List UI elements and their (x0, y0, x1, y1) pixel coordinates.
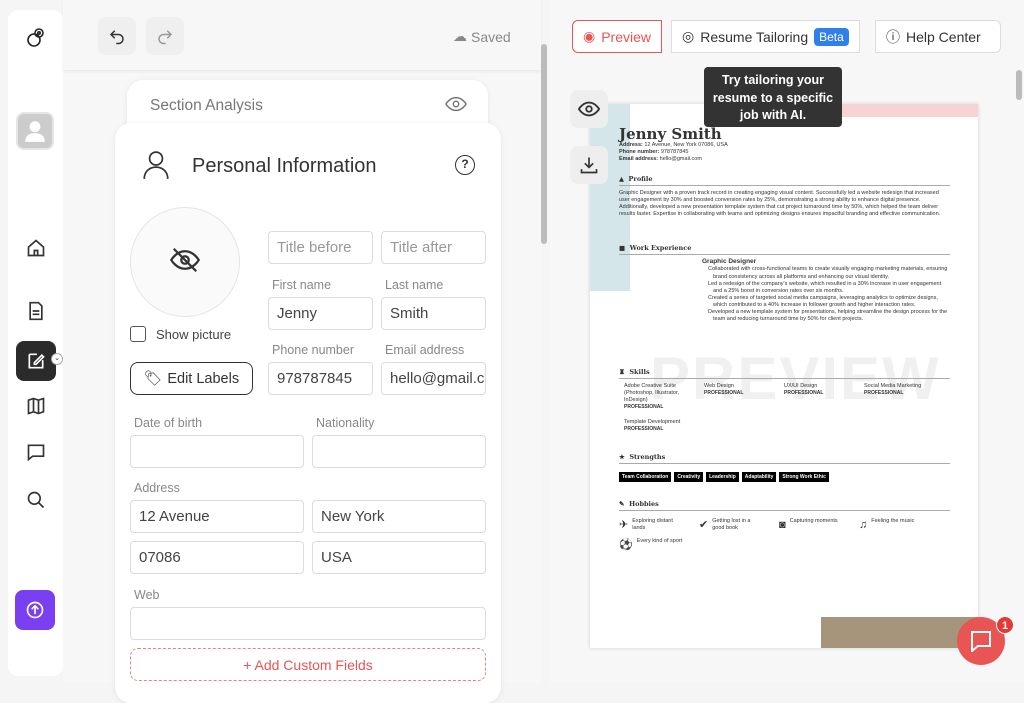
target-icon: ◎ (682, 28, 695, 44)
map-icon[interactable] (20, 390, 52, 422)
edit-labels-button[interactable]: 🏷 Edit Labels (130, 362, 253, 395)
nationality-input[interactable] (312, 435, 486, 468)
hobby-label: Capturing moments (789, 518, 838, 524)
hobbies-heading: ✎ Hobbies (619, 500, 950, 511)
logo-icon[interactable] (20, 22, 52, 54)
search-icon[interactable] (20, 484, 52, 516)
avatar[interactable] (16, 112, 54, 150)
hobby-item: ◙ Capturing moments (779, 518, 859, 532)
preview-eye-button[interactable] (570, 90, 608, 128)
strengths-heading: ★ Strengths (619, 453, 950, 464)
work-bullet: Created a series of targeted social medi… (708, 295, 938, 309)
resume-name: Jenny Smith (619, 125, 722, 143)
skill-level: PROFESSIONAL (864, 390, 904, 397)
chat-icon[interactable] (20, 436, 52, 468)
document-icon[interactable] (20, 295, 52, 327)
city-input[interactable]: New York (312, 500, 486, 533)
work-bullet: Developed a new template system for pres… (708, 309, 948, 323)
download-button[interactable] (570, 146, 608, 184)
help-icon: ⓘ (886, 28, 900, 45)
tab-resume-tailoring[interactable]: ◎ Resume Tailoring Beta (671, 20, 860, 53)
country-input[interactable]: USA (312, 541, 486, 574)
person-icon (143, 150, 169, 185)
first-name-input[interactable]: Jenny (268, 297, 373, 330)
beta-badge: Beta (814, 27, 849, 46)
chevron-down-icon[interactable]: ⌄ (51, 353, 63, 365)
profile-heading: ▲ Profile (619, 175, 950, 186)
hobby-icon: ◙ (779, 519, 786, 531)
hobby-item: ♫ Feeling the music (859, 518, 939, 532)
last-name-input[interactable]: Smith (381, 297, 486, 330)
tailoring-tooltip: Try tailoring your resume to a specific … (704, 67, 842, 127)
saved-status: ☁ Saved (453, 28, 511, 45)
web-input[interactable] (130, 607, 486, 640)
preview-scrollbar[interactable] (1016, 70, 1022, 100)
skill-level: PROFESSIONAL (704, 390, 744, 397)
phone-input[interactable]: 978787845 (268, 362, 373, 395)
skill-name: Adobe Creative Suite (Photoshop, Illustr… (624, 383, 680, 404)
zip-input[interactable]: 07086 (130, 541, 304, 574)
skill-item: Web Design PROFESSIONAL (704, 383, 784, 411)
add-custom-fields-button[interactable]: + Add Custom Fields (130, 648, 486, 681)
skill-name: UX/UI Design (784, 383, 818, 389)
home-icon[interactable] (20, 232, 52, 264)
skill-level: PROFESSIONAL (624, 426, 664, 433)
strength-chip: Strong Work Ethic (779, 472, 829, 482)
personal-information-card: Personal Information ? Show picture 🏷 Edi… (115, 123, 501, 703)
hobby-label: Exploring distant lands (632, 518, 673, 532)
profile-picture[interactable] (130, 207, 240, 317)
skill-item: Adobe Creative Suite (Photoshop, Illustr… (624, 383, 704, 411)
redo-button[interactable] (146, 17, 184, 55)
street-input[interactable]: 12 Avenue (130, 500, 304, 533)
eye-icon: ◉ (583, 28, 596, 44)
hobby-label: Feeling the music (871, 518, 915, 524)
work-bullet: Led a redesign of the company's website,… (708, 280, 942, 294)
cloud-check-icon: ☁ (453, 28, 467, 44)
strength-chip: Creativity (674, 472, 704, 482)
strength-chip: Leadership (706, 472, 739, 482)
skills-heading: ♜ Skills (619, 368, 950, 379)
help-icon[interactable]: ? (455, 155, 475, 175)
sidebar: ⌄ (8, 10, 63, 676)
tab-help-center[interactable]: ⓘ Help Center (875, 20, 1001, 53)
strength-chip: Team Collaboration (619, 472, 672, 482)
show-picture-checkbox[interactable] (130, 326, 146, 342)
skill-level: PROFESSIONAL (784, 390, 824, 397)
hobby-item: ✈ Exploring distant lands (619, 518, 699, 532)
eye-off-icon (169, 247, 201, 278)
title-before-input[interactable]: Title before (268, 231, 373, 264)
skill-level: PROFESSIONAL (624, 404, 664, 411)
skill-name: Social Media Marketing (864, 383, 922, 389)
strength-chip: Adaptability (741, 472, 777, 482)
scrollbar[interactable] (541, 44, 547, 244)
undo-button[interactable] (98, 17, 136, 55)
work-heading: ■ Work Experience (619, 244, 950, 255)
skill-name: Template Development (624, 418, 681, 425)
date-of-birth-input[interactable] (130, 435, 304, 468)
work-bullet: Collaborated with cross-functional teams… (708, 266, 948, 280)
hobby-item: ✔ Getting lost in a good book (699, 518, 779, 532)
skill-name: Web Design (704, 383, 734, 389)
hobby-label: Every kind of sport (636, 538, 683, 545)
hobby-icon: ⚽ (619, 539, 633, 552)
eye-icon[interactable] (445, 95, 467, 118)
skill-item: Social Media Marketing PROFESSIONAL (864, 383, 944, 411)
skill-item: Template Development PROFESSIONAL (624, 419, 704, 433)
skill-item: UX/UI Design PROFESSIONAL (784, 383, 864, 411)
upgrade-button[interactable] (15, 590, 55, 630)
chat-badge: 1 (996, 616, 1014, 634)
hobby-icon: ✔ (699, 519, 709, 531)
resume-preview: PREVIEW Jenny Smith Address: 12 Avenue, … (590, 104, 978, 648)
hobby-icon: ✈ (619, 519, 629, 531)
hobby-icon: ♫ (859, 519, 868, 531)
title-after-input[interactable]: Title after (381, 231, 486, 264)
hobby-label: Getting lost in a good book (712, 518, 751, 532)
tab-preview[interactable]: ◉ Preview (572, 20, 663, 53)
hobby-item: ⚽ Every kind of sport (619, 538, 699, 552)
editor-icon[interactable] (16, 341, 56, 381)
email-input[interactable]: hello@gmail.com (381, 362, 486, 395)
tag-icon: 🏷 (143, 371, 163, 387)
